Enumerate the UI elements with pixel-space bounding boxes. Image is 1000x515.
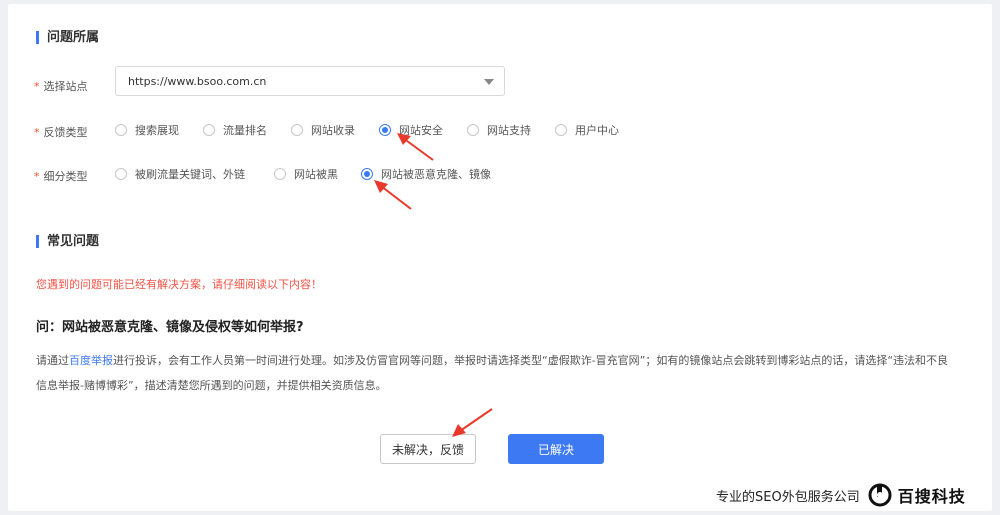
site-label-text: 选择站点 — [43, 80, 88, 93]
radio-keyword-spam[interactable]: 被刷流量关键词、外链 — [115, 166, 245, 182]
sub-type-label: * 细分类型 — [34, 168, 88, 184]
radio-site-support[interactable]: 网站支持 — [467, 122, 531, 138]
feedback-type-label-text: 反馈类型 — [43, 126, 88, 139]
faq-answer: 请通过百度举报进行投诉，会有工作人员第一时间进行处理。如涉及仿冒官网等问题，举报… — [36, 348, 956, 398]
watermark-text: 专业的SEO外包服务公司 — [716, 489, 860, 505]
red-arrow-icon — [374, 180, 412, 210]
faq-question: 问：网站被恶意克隆、镜像及侵权等如何举报? — [36, 320, 304, 335]
radio-circle-icon[interactable] — [274, 168, 286, 180]
radio-checked-icon[interactable] — [379, 124, 391, 136]
site-label: * 选择站点 — [34, 78, 88, 94]
radio-label: 搜索展现 — [135, 124, 179, 137]
red-arrow-icon — [452, 408, 493, 437]
required-mark: * — [34, 126, 40, 139]
radio-circle-icon[interactable] — [203, 124, 215, 136]
radio-label: 网站支持 — [487, 124, 531, 137]
section-title-faq: 常见问题 — [36, 235, 99, 248]
radio-traffic-ranking[interactable]: 流量排名 — [203, 122, 267, 138]
notice-text: 您遇到的问题可能已经有解决方案，请仔细阅读以下内容！ — [36, 278, 322, 291]
radio-circle-icon[interactable] — [115, 124, 127, 136]
solved-button[interactable]: 已解决 — [508, 434, 604, 464]
radio-label: 流量排名 — [223, 124, 267, 137]
faq-answer-pre: 请通过 — [36, 354, 69, 367]
radio-circle-icon[interactable] — [555, 124, 567, 136]
radio-label: 用户中心 — [575, 124, 619, 137]
radio-user-center[interactable]: 用户中心 — [555, 122, 619, 138]
required-mark: * — [34, 80, 40, 93]
radio-circle-icon[interactable] — [467, 124, 479, 136]
radio-label: 被刷流量关键词、外链 — [135, 168, 245, 181]
radio-label: 网站被黑 — [294, 168, 338, 181]
baidu-report-link[interactable]: 百度举报 — [69, 354, 113, 367]
site-select[interactable]: https://www.bsoo.com.cn — [115, 66, 505, 96]
brand-logo-icon — [868, 483, 892, 507]
radio-search-display[interactable]: 搜索展现 — [115, 122, 179, 138]
brand-name: 百搜科技 — [897, 487, 966, 506]
radio-circle-icon[interactable] — [115, 168, 127, 180]
radio-circle-icon[interactable] — [291, 124, 303, 136]
radio-label: 网站收录 — [311, 124, 355, 137]
sub-type-label-text: 细分类型 — [43, 170, 88, 183]
watermark: 专业的SEO外包服务公司 百搜科技 — [716, 480, 966, 510]
faq-answer-post: 进行投诉，会有工作人员第一时间进行处理。如涉及仿冒官网等问题，举报时请选择类型“… — [36, 354, 949, 392]
section-title-issue-category: 问题所属 — [36, 31, 99, 44]
radio-site-hacked[interactable]: 网站被黑 — [274, 166, 338, 182]
required-mark: * — [34, 170, 40, 183]
radio-site-indexing[interactable]: 网站收录 — [291, 122, 355, 138]
site-select-value: https://www.bsoo.com.cn — [128, 75, 267, 88]
chevron-down-icon[interactable] — [484, 79, 494, 85]
feedback-type-label: * 反馈类型 — [34, 124, 88, 140]
red-arrow-icon — [397, 133, 434, 161]
